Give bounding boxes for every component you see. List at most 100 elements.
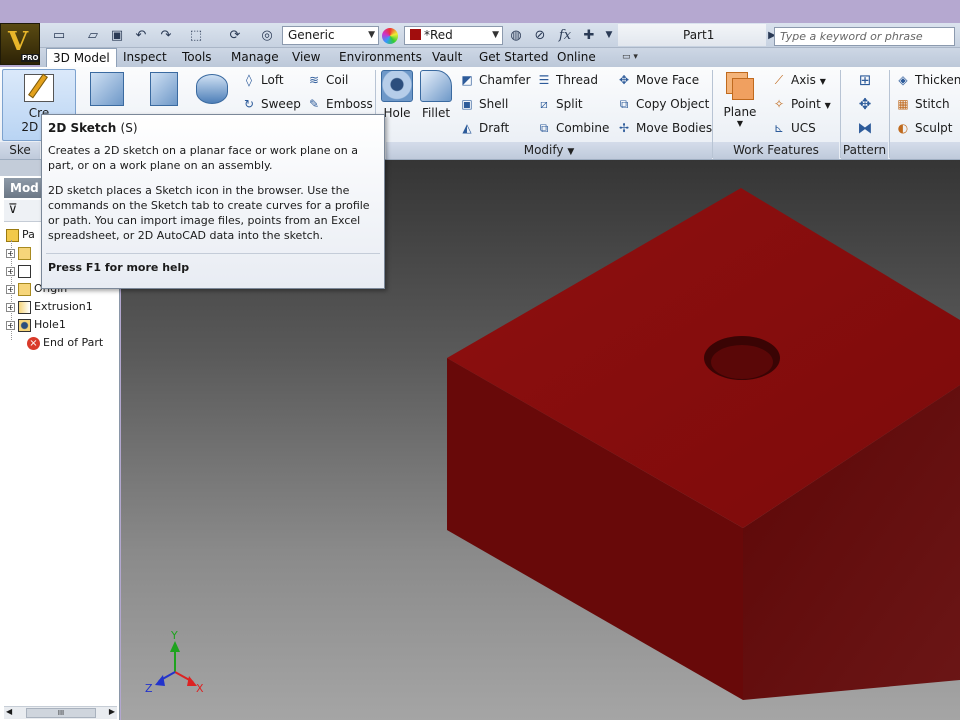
axis-button[interactable]: ⟋ Axis ▼ bbox=[770, 69, 826, 91]
scroll-right-icon[interactable]: ▶ bbox=[109, 707, 115, 716]
fillet-label: Fillet bbox=[421, 106, 451, 120]
emboss-button[interactable]: ✎ Emboss bbox=[305, 93, 373, 115]
combine-button[interactable]: ⧉ Combine bbox=[535, 117, 610, 139]
chevron-down-icon: ▼ bbox=[824, 101, 831, 110]
chamfer-icon: ◩ bbox=[461, 73, 473, 87]
coil-button[interactable]: ≋ Coil bbox=[305, 69, 348, 91]
add-icon[interactable]: ✚ bbox=[580, 27, 598, 44]
app-logo-icon: V bbox=[8, 27, 29, 57]
thicken-label: Thicken bbox=[915, 73, 960, 87]
stitch-button[interactable]: ▦ Stitch bbox=[894, 93, 949, 115]
loft-button[interactable]: ◊ Loft bbox=[240, 69, 284, 91]
open-folder-icon[interactable]: ▱ bbox=[84, 27, 102, 44]
thread-button[interactable]: ☰ Thread bbox=[535, 69, 598, 91]
move-face-button[interactable]: ✥ Move Face bbox=[615, 69, 699, 91]
sculpt-button[interactable]: ◐ Sculpt bbox=[894, 117, 953, 139]
clear-appearance-icon[interactable]: ⊘ bbox=[531, 27, 549, 44]
shell-button[interactable]: ▣ Shell bbox=[458, 93, 508, 115]
split-button[interactable]: ⧄ Split bbox=[535, 93, 583, 115]
tab-3d-model[interactable]: 3D Model bbox=[46, 48, 117, 67]
extrude-box-icon[interactable] bbox=[90, 72, 124, 106]
revolve-icon[interactable] bbox=[196, 74, 228, 104]
ucs-button[interactable]: ⊾ UCS bbox=[770, 117, 816, 139]
customize-dropdown-icon[interactable]: ▼ bbox=[600, 27, 618, 44]
hole-label: Hole bbox=[383, 106, 411, 120]
chevron-down-icon: ▼ bbox=[736, 119, 744, 128]
redo-icon[interactable]: ↷ bbox=[157, 27, 175, 44]
material-combo[interactable]: Generic ▼ bbox=[282, 26, 379, 45]
chevron-down-icon: ▼ bbox=[492, 30, 499, 40]
sculpt-icon: ◐ bbox=[897, 121, 909, 135]
mirror-icon[interactable]: ⧓ bbox=[855, 119, 875, 139]
split-label: Split bbox=[556, 97, 583, 111]
tree-item-label: Hole1 bbox=[34, 318, 66, 331]
help-search-input[interactable]: Type a keyword or phrase bbox=[774, 27, 955, 46]
color-wheel-icon[interactable] bbox=[382, 28, 398, 44]
scroll-left-icon[interactable]: ◀ bbox=[6, 707, 12, 716]
tree-item-label: Pa bbox=[22, 228, 35, 241]
sweep-button[interactable]: ↻ Sweep bbox=[240, 93, 301, 115]
appearance-value: *Red bbox=[424, 28, 453, 42]
combine-label: Combine bbox=[556, 121, 610, 135]
plane-button[interactable]: Plane ▼ bbox=[720, 70, 760, 128]
draft-button[interactable]: ◭ Draft bbox=[458, 117, 509, 139]
tab-options-icon[interactable]: ▭ ▾ bbox=[622, 51, 648, 63]
chevron-down-icon: ▼ bbox=[368, 30, 375, 40]
application-menu-button[interactable]: V PRO bbox=[0, 23, 40, 65]
rectangular-pattern-icon[interactable]: ⊞ bbox=[855, 71, 875, 91]
undo-icon[interactable]: ↶ bbox=[132, 27, 150, 44]
split-icon: ⧄ bbox=[540, 97, 548, 111]
modify-panel-label[interactable]: Modify ▼ bbox=[386, 142, 712, 159]
tree-item-extrusion1[interactable]: + Extrusion1 bbox=[6, 298, 93, 316]
tooltip-shortcut: (S) bbox=[120, 121, 138, 135]
extrude-icon[interactable] bbox=[150, 72, 178, 106]
update-icon[interactable]: ⟳ bbox=[226, 27, 244, 44]
tooltip-detail: 2D sketch places a Sketch icon in the br… bbox=[48, 184, 370, 242]
copy-object-label: Copy Object bbox=[636, 97, 710, 111]
circular-pattern-icon[interactable]: ✥ bbox=[855, 95, 875, 115]
tree-item-hole1[interactable]: + Hole1 bbox=[6, 316, 66, 334]
sculpt-label: Sculpt bbox=[915, 121, 953, 135]
save-icon[interactable]: ▣ bbox=[108, 27, 126, 44]
ucs-label: UCS bbox=[791, 121, 816, 135]
move-bodies-label: Move Bodies bbox=[636, 121, 713, 135]
z-axis-label: Z bbox=[145, 682, 153, 695]
new-file-icon[interactable]: ▭ bbox=[50, 27, 68, 44]
red-swatch-icon bbox=[410, 29, 421, 40]
browser-horizontal-scrollbar[interactable]: ◀ III ▶ bbox=[4, 706, 117, 719]
select-icon[interactable]: ⬚ bbox=[187, 27, 205, 44]
tree-item-label: End of Part bbox=[43, 336, 104, 349]
pattern-panel-label: Pattern bbox=[841, 142, 888, 159]
scroll-thumb[interactable]: III bbox=[26, 708, 96, 718]
title-bar-band bbox=[0, 0, 960, 23]
tab-tools[interactable]: Tools bbox=[176, 48, 218, 67]
point-button[interactable]: ✧ Point ▼ bbox=[770, 93, 831, 115]
adjust-appearance-icon[interactable]: ◍ bbox=[507, 27, 525, 44]
hole-icon bbox=[381, 70, 413, 102]
extrusion-icon bbox=[18, 300, 31, 314]
tree-item-label: Extrusion1 bbox=[34, 300, 93, 313]
tab-view[interactable]: View bbox=[286, 48, 326, 67]
tab-environments[interactable]: Environments bbox=[333, 48, 428, 67]
move-bodies-button[interactable]: ✢ Move Bodies bbox=[615, 117, 712, 139]
thicken-button[interactable]: ◈ Thicken bbox=[894, 69, 960, 91]
filter-icon[interactable]: ⊽ bbox=[8, 202, 18, 217]
ucs-icon: ⊾ bbox=[773, 121, 785, 135]
fillet-icon bbox=[420, 70, 452, 102]
chamfer-button[interactable]: ◩ Chamfer bbox=[458, 69, 530, 91]
appearance-combo[interactable]: *Red ▼ bbox=[404, 26, 503, 45]
tab-manage[interactable]: Manage bbox=[225, 48, 285, 67]
fillet-button[interactable]: Fillet bbox=[418, 70, 454, 120]
fx-icon[interactable]: fx bbox=[556, 27, 574, 44]
point-icon: ✧ bbox=[773, 97, 785, 111]
hole-button[interactable]: Hole bbox=[380, 70, 414, 120]
copy-object-button[interactable]: ⧉ Copy Object bbox=[615, 93, 710, 115]
tab-inspect[interactable]: Inspect bbox=[117, 48, 173, 67]
tab-get-started[interactable]: Get Started bbox=[473, 48, 555, 67]
axis-label: Axis bbox=[791, 73, 816, 87]
properties-icon[interactable]: ◎ bbox=[258, 27, 276, 44]
tab-online[interactable]: Online bbox=[551, 48, 602, 67]
tree-item-end-of-part[interactable]: × End of Part bbox=[27, 334, 103, 352]
shell-label: Shell bbox=[479, 97, 509, 111]
tab-vault[interactable]: Vault bbox=[426, 48, 468, 67]
